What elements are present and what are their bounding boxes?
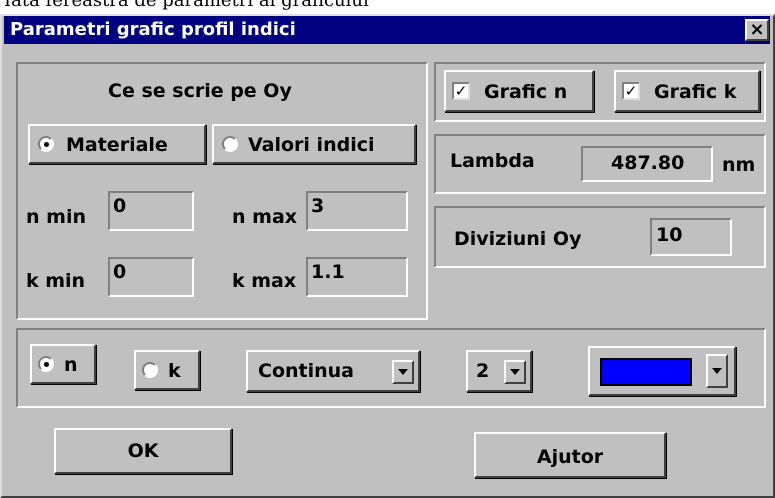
help-button[interactable]: Ajutor: [474, 432, 666, 478]
line-width-value: 2: [476, 360, 490, 382]
diviziuni-value: 10: [656, 224, 683, 246]
grafic-n-checkbox[interactable]: ✓ Grafic n: [444, 70, 594, 112]
color-dropdown[interactable]: [588, 346, 736, 396]
lambda-label: Lambda: [450, 150, 535, 172]
help-button-label: Ajutor: [536, 446, 604, 468]
grafic-k-label: Grafic k: [654, 81, 737, 103]
k-max-value: 1.1: [311, 261, 345, 283]
dialog-title: Parametri grafic profil indici: [4, 16, 770, 44]
close-icon: ×: [749, 19, 765, 40]
line-style-chevron-down-icon[interactable]: [392, 360, 414, 384]
ok-button[interactable]: OK: [54, 428, 232, 474]
radio-k[interactable]: k: [134, 350, 200, 390]
lambda-value: 487.80: [611, 152, 685, 174]
color-chevron-down-icon[interactable]: [706, 354, 728, 388]
radio-materiale[interactable]: Materiale: [28, 124, 206, 164]
n-max-label: n max: [232, 206, 298, 228]
radio-materiale-circle[interactable]: [38, 136, 54, 152]
diviziuni-field[interactable]: 10: [650, 218, 732, 256]
radio-k-label: k: [168, 360, 181, 382]
radio-n-label: n: [64, 354, 78, 376]
radio-k-circle[interactable]: [142, 362, 158, 378]
line-style-value: Continua: [258, 360, 354, 382]
grafic-n-label: Grafic n: [484, 81, 568, 103]
close-button[interactable]: ×: [745, 19, 769, 41]
line-style-dropdown[interactable]: Continua: [246, 350, 420, 392]
color-swatch: [600, 358, 692, 386]
grafic-k-checkbox[interactable]: ✓ Grafic k: [614, 70, 760, 112]
n-min-field[interactable]: 0: [108, 191, 194, 231]
lambda-field[interactable]: 487.80: [581, 146, 713, 182]
lambda-unit: nm: [722, 154, 756, 176]
n-min-label: n min: [26, 206, 86, 228]
n-max-value: 3: [311, 195, 325, 217]
grafic-k-checkmark-icon[interactable]: ✓: [622, 82, 640, 100]
radio-valori-label: Valori indici: [248, 134, 375, 156]
radio-n[interactable]: n: [30, 344, 96, 384]
diviziuni-label: Diviziuni Oy: [454, 228, 582, 250]
n-min-value: 0: [113, 195, 127, 217]
k-min-field[interactable]: 0: [108, 257, 194, 297]
k-max-field[interactable]: 1.1: [306, 257, 408, 297]
k-min-label: k min: [26, 270, 86, 292]
cropped-caption: Iată fereastra de parametri ai graficulu…: [0, 0, 775, 14]
line-width-chevron-down-icon[interactable]: [504, 360, 526, 384]
radio-materiale-label: Materiale: [66, 134, 168, 156]
k-max-label: k max: [232, 270, 297, 292]
radio-n-circle[interactable]: [38, 356, 54, 372]
oy-heading: Ce se scrie pe Oy: [108, 80, 292, 102]
radio-valori-circle[interactable]: [222, 136, 238, 152]
line-width-dropdown[interactable]: 2: [466, 350, 532, 392]
grafic-n-checkmark-icon[interactable]: ✓: [452, 82, 470, 100]
k-min-value: 0: [113, 261, 127, 283]
radio-valori-indici[interactable]: Valori indici: [212, 124, 416, 164]
n-max-field[interactable]: 3: [306, 191, 408, 231]
ok-button-label: OK: [127, 440, 159, 462]
